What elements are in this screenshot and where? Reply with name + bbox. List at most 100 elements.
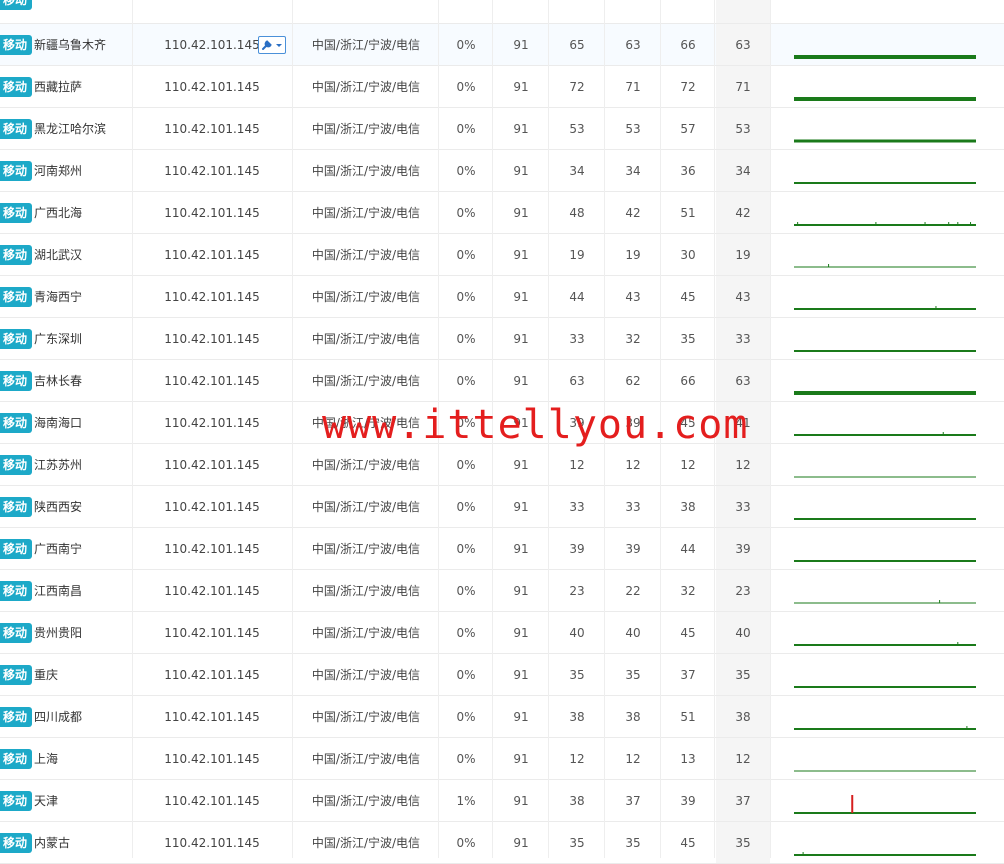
latency-sparkline [794,391,976,395]
latency-sparkline [794,726,976,730]
worst-latency: 45 [680,416,696,430]
target-ip: 110.42.101.145 [164,80,260,94]
best-latency: 33 [625,500,641,514]
table-row: 移动 贵州贵阳 110.42.101.145 中国/浙江/宁波/电信 0% 91… [0,612,1004,654]
avg-latency: 53 [716,108,770,149]
carrier-badge: 移动 [0,329,33,349]
best-latency: 53 [625,122,641,136]
table-row: 移动 陕西西安 110.42.101.145 中国/浙江/宁波/电信 0% 91… [0,486,1004,528]
target-ip: 110.42.101.145 [164,290,260,304]
best-latency: 37 [625,794,641,808]
avg-latency: 34 [716,150,770,191]
sent-count: 91 [513,206,529,220]
loss-rate: 0% [456,164,476,178]
target-ip: 110.42.101.145 [164,626,260,640]
loss-rate: 0% [456,668,476,682]
avg-latency: 33 [716,318,770,359]
loss-rate: 0% [456,416,476,430]
best-latency: 35 [625,668,641,682]
avg-latency: 43 [716,276,770,317]
sent-count: 91 [513,248,529,262]
sent-count: 91 [513,38,529,52]
carrier-badge: 移动 [0,413,33,433]
best-latency: 35 [625,836,641,850]
node-city: 新疆乌鲁木齐 [34,38,107,52]
best-latency: 42 [625,206,641,220]
sent-count: 91 [513,794,529,808]
table-row: 移动 吉林长春 110.42.101.145 中国/浙江/宁波/电信 0% 91… [0,360,1004,402]
target-ip: 110.42.101.145 [164,710,260,724]
carrier-badge: 移动 [0,833,33,853]
node-city: 重庆 [34,668,59,682]
table-row: 移动 黑龙江哈尔滨 110.42.101.145 中国/浙江/宁波/电信 0% … [0,108,1004,150]
sent-count: 91 [513,122,529,136]
target-ip: 110.42.101.145 [164,458,260,472]
loss-rate: 0% [456,710,476,724]
best-latency: 12 [625,458,641,472]
loss-rate: 0% [456,206,476,220]
loss-rate: 0% [456,80,476,94]
worst-latency: 66 [680,374,696,388]
ip-location: 中国/浙江/宁波/电信 [311,794,421,808]
sent-count: 91 [513,458,529,472]
sent-count: 91 [513,332,529,346]
node-city: 贵州贵阳 [34,626,83,640]
carrier-badge: 移动 [0,161,33,181]
node-city: 西藏拉萨 [34,80,83,94]
worst-latency: 36 [680,164,696,178]
avg-latency: 35 [716,822,770,863]
carrier-badge: 移动 [0,791,33,811]
latency-sparkline [794,560,976,562]
carrier-badge: 移动 [0,623,33,643]
loss-rate: 0% [456,248,476,262]
column-divider [132,0,133,858]
table-row: 移动 河南郑州 110.42.101.145 中国/浙江/宁波/电信 0% 91… [0,150,1004,192]
loss-rate: 0% [456,458,476,472]
carrier-badge: 移动 [0,749,33,769]
carrier-badge: 移动 [0,707,33,727]
sent-count: 91 [513,710,529,724]
node-city: 广东深圳 [34,332,83,346]
node-city: 海南海口 [34,416,83,430]
node-city: 青海西宁 [34,290,83,304]
loss-rate: 1% [456,794,476,808]
latency-sparkline [794,350,976,352]
worst-latency: 45 [680,836,696,850]
latency-sparkline [794,97,976,101]
carrier-badge: 移动 [0,77,33,97]
ip-location: 中国/浙江/宁波/电信 [311,500,421,514]
target-ip: 110.42.101.145 [164,248,260,262]
target-ip: 110.42.101.145 [164,500,260,514]
carrier-badge: 移动 [0,497,33,517]
ip-location: 中国/浙江/宁波/电信 [311,416,421,430]
wrench-icon[interactable] [258,36,286,54]
table-row: 移动 海南海口 110.42.101.145 中国/浙江/宁波/电信 0% 91… [0,402,1004,444]
best-latency: 39 [625,416,641,430]
loss-rate: 0% [456,332,476,346]
worst-latency: 39 [680,794,696,808]
latency-sparkline [794,306,976,310]
last-latency: 35 [569,668,585,682]
best-latency: 32 [625,332,641,346]
node-city: 吉林长春 [34,374,83,388]
table-row: 移动 上海 110.42.101.145 中国/浙江/宁波/电信 0% 91 1… [0,738,1004,780]
latency-sparkline [794,222,976,226]
loss-rate: 0% [456,584,476,598]
column-divider [438,0,439,858]
ip-location: 中国/浙江/宁波/电信 [311,542,421,556]
ip-location: 中国/浙江/宁波/电信 [311,290,421,304]
ip-location: 中国/浙江/宁波/电信 [311,332,421,346]
target-ip: 110.42.101.145 [164,668,260,682]
worst-latency: 57 [680,122,696,136]
last-latency: 33 [569,500,585,514]
worst-latency: 44 [680,542,696,556]
avg-latency: 41 [716,402,770,443]
worst-latency: 13 [680,752,696,766]
target-ip: 110.42.101.145 [164,752,260,766]
node-city: 黑龙江哈尔滨 [34,122,107,136]
column-divider [604,0,605,858]
carrier-badge: 移动 [0,371,33,391]
ip-location: 中国/浙江/宁波/电信 [311,668,421,682]
avg-latency: 19 [716,234,770,275]
node-city: 内蒙古 [34,836,71,850]
